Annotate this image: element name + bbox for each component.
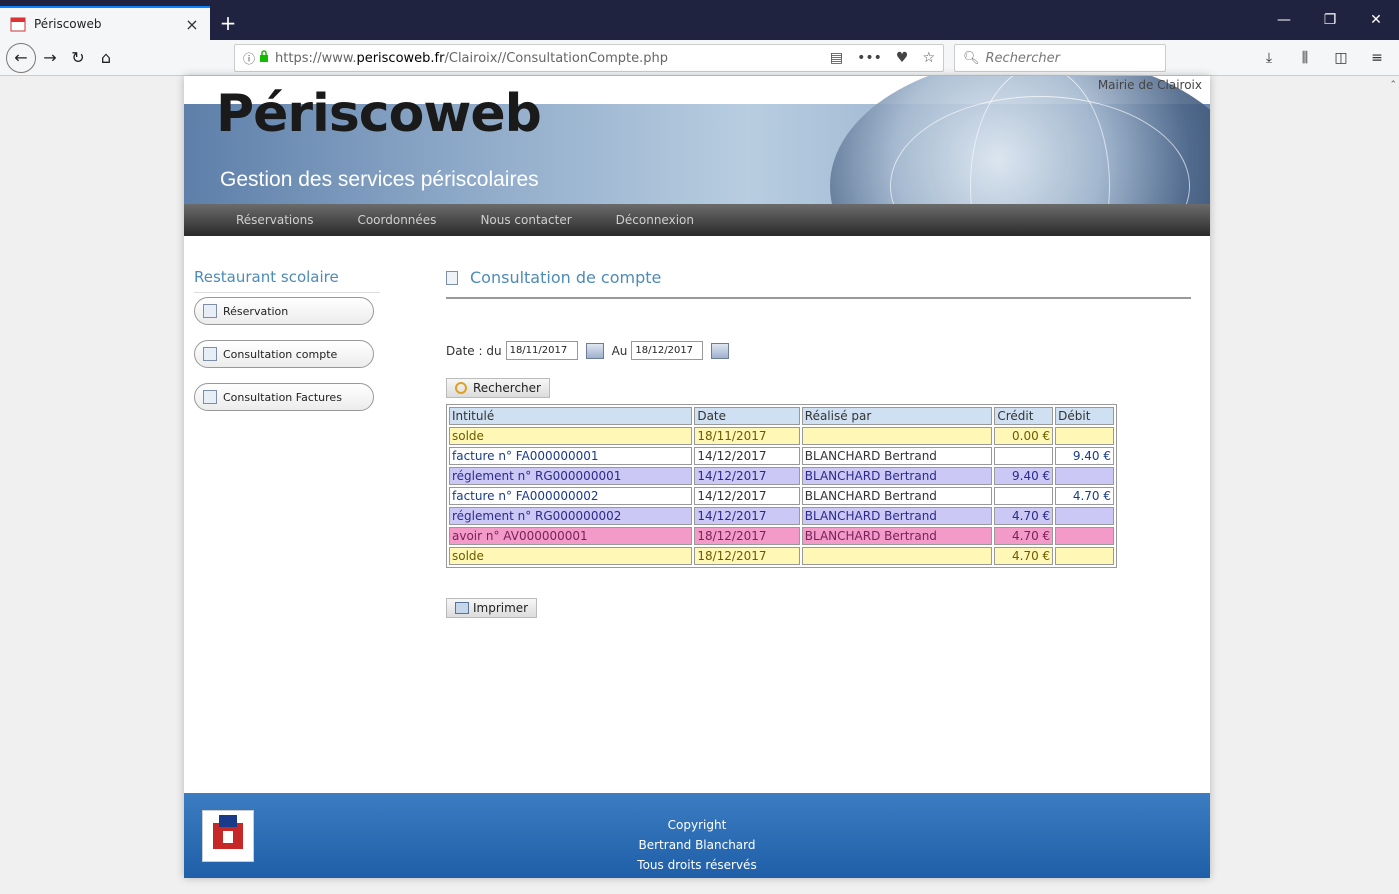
url-bar[interactable]: ⓘ https://www.periscoweb.fr/Clairoix//Co… <box>234 44 944 72</box>
table-row[interactable]: réglement n° RG000000002 14/12/2017 BLAN… <box>449 507 1114 525</box>
footer-copyright: Copyright Bertrand Blanchard Tous droits… <box>637 818 757 872</box>
date-from-input[interactable] <box>505 341 578 360</box>
url-text: https://www.periscoweb.fr/Clairoix//Cons… <box>275 50 668 66</box>
site-logo-text: Périscoweb <box>216 84 542 144</box>
date-from-label: Date : du <box>446 343 502 358</box>
table-header-row: Intitulé Date Réalisé par Crédit Débit <box>449 407 1114 425</box>
calendar-picker-icon[interactable] <box>711 342 730 359</box>
title-divider <box>446 297 1191 299</box>
sidebar: Restaurant scolaire Réservation Consulta… <box>194 268 384 426</box>
table-row[interactable]: réglement n° RG000000001 14/12/2017 BLAN… <box>449 467 1114 485</box>
nav-nous-contacter[interactable]: Nous contacter <box>480 213 571 227</box>
sidebar-toggle-icon[interactable]: ◫ <box>1327 44 1355 72</box>
table-row[interactable]: avoir n° AV000000001 18/12/2017 BLANCHAR… <box>449 527 1114 545</box>
document-icon <box>446 270 458 285</box>
page-title: Consultation de compte <box>446 268 1191 287</box>
browser-tabbar: Périscoweb × + — ❐ ✕ <box>0 0 1399 40</box>
site-subtitle: Gestion des services périscolaires <box>220 168 539 191</box>
browser-navbar: ← → ↻ ⌂ ⓘ https://www.periscoweb.fr/Clai… <box>0 40 1399 76</box>
window-controls: — ❐ ✕ <box>1261 0 1399 40</box>
document-icon <box>203 347 217 361</box>
col-debit: Débit <box>1055 407 1114 425</box>
restore-icon[interactable]: ❐ <box>1307 0 1353 40</box>
date-to-input[interactable] <box>631 341 704 360</box>
col-date: Date <box>694 407 800 425</box>
home-icon[interactable]: ⌂ <box>92 44 120 72</box>
info-icon[interactable]: ⓘ <box>243 50 255 67</box>
mairie-label: Mairie de Clairoix <box>1097 78 1202 92</box>
sidebar-item-consultation-factures[interactable]: Consultation Factures <box>194 383 374 411</box>
lock-icon <box>259 50 269 66</box>
close-icon[interactable]: × <box>184 15 200 34</box>
table-row[interactable]: facture n° FA000000001 14/12/2017 BLANCH… <box>449 447 1114 465</box>
main-nav: Réservations Coordonnées Nous contacter … <box>184 204 1210 236</box>
sidebar-title: Restaurant scolaire <box>194 268 339 286</box>
search-button[interactable]: Rechercher <box>446 378 550 398</box>
nav-reservations[interactable]: Réservations <box>236 213 313 227</box>
pocket-icon[interactable]: ♥ <box>896 50 909 66</box>
header-banner: Périscoweb Gestion des services périscol… <box>184 76 1210 204</box>
page-viewport: ⌃ Périscoweb Gestion des services périsc… <box>0 76 1399 894</box>
calendar-icon <box>203 304 217 318</box>
date-to-label: Au <box>611 343 628 358</box>
globe-image <box>830 76 1210 204</box>
menu-icon[interactable]: ≡ <box>1363 44 1391 72</box>
reader-view-icon[interactable]: ▤ <box>830 50 843 66</box>
print-button[interactable]: Imprimer <box>446 598 538 618</box>
toolbar-right: ⤓ ⫼ ◫ ≡ <box>1255 44 1391 72</box>
date-filter: Date : du Au <box>446 341 1191 360</box>
scrollbar[interactable]: ⌃ <box>1386 76 1399 894</box>
footer: Copyright Bertrand Blanchard Tous droits… <box>184 793 1210 878</box>
back-arrow-icon[interactable]: ← <box>6 42 36 73</box>
sidebar-item-reservation[interactable]: Réservation <box>194 297 374 325</box>
table-row: solde 18/12/2017 4.70 € <box>449 547 1114 565</box>
invoice-icon <box>203 390 217 404</box>
page-actions-icon[interactable]: ••• <box>857 50 882 66</box>
sidebar-item-consultation-compte[interactable]: Consultation compte <box>194 340 374 368</box>
search-icon: 🔍︎ <box>963 50 980 66</box>
table-row: solde 18/11/2017 0.00 € <box>449 427 1114 445</box>
col-credit: Crédit <box>994 407 1054 425</box>
scroll-up-icon[interactable]: ⌃ <box>1389 80 1397 90</box>
minimize-icon[interactable]: — <box>1261 0 1307 40</box>
account-table: Intitulé Date Réalisé par Crédit Débit s… <box>446 404 1117 568</box>
browser-search-input[interactable]: 🔍︎ Rechercher <box>954 44 1166 72</box>
magnifier-icon <box>455 382 467 394</box>
forward-arrow-icon[interactable]: → <box>36 44 64 72</box>
new-tab-icon[interactable]: + <box>210 6 246 40</box>
download-icon[interactable]: ⤓ <box>1255 44 1283 72</box>
library-icon[interactable]: ⫼ <box>1291 44 1319 72</box>
nav-deconnexion[interactable]: Déconnexion <box>616 213 694 227</box>
page-container: Périscoweb Gestion des services périscol… <box>184 76 1210 878</box>
browser-tab-active[interactable]: Périscoweb × <box>0 6 210 40</box>
bookmark-star-icon[interactable]: ☆ <box>922 50 935 66</box>
table-row[interactable]: facture n° FA000000002 14/12/2017 BLANCH… <box>449 487 1114 505</box>
window-close-icon[interactable]: ✕ <box>1353 0 1399 40</box>
tab-title: Périscoweb <box>34 17 102 31</box>
sidebar-divider <box>194 292 380 293</box>
calendar-picker-icon[interactable] <box>585 342 604 359</box>
nav-coordonnees[interactable]: Coordonnées <box>357 213 436 227</box>
col-realise-par: Réalisé par <box>801 407 993 425</box>
col-intitule: Intitulé <box>449 407 693 425</box>
main-content: Consultation de compte Date : du Au Rech… <box>446 268 1191 618</box>
calendar-icon <box>10 16 26 32</box>
printer-icon <box>455 602 469 614</box>
reload-icon[interactable]: ↻ <box>64 44 92 72</box>
